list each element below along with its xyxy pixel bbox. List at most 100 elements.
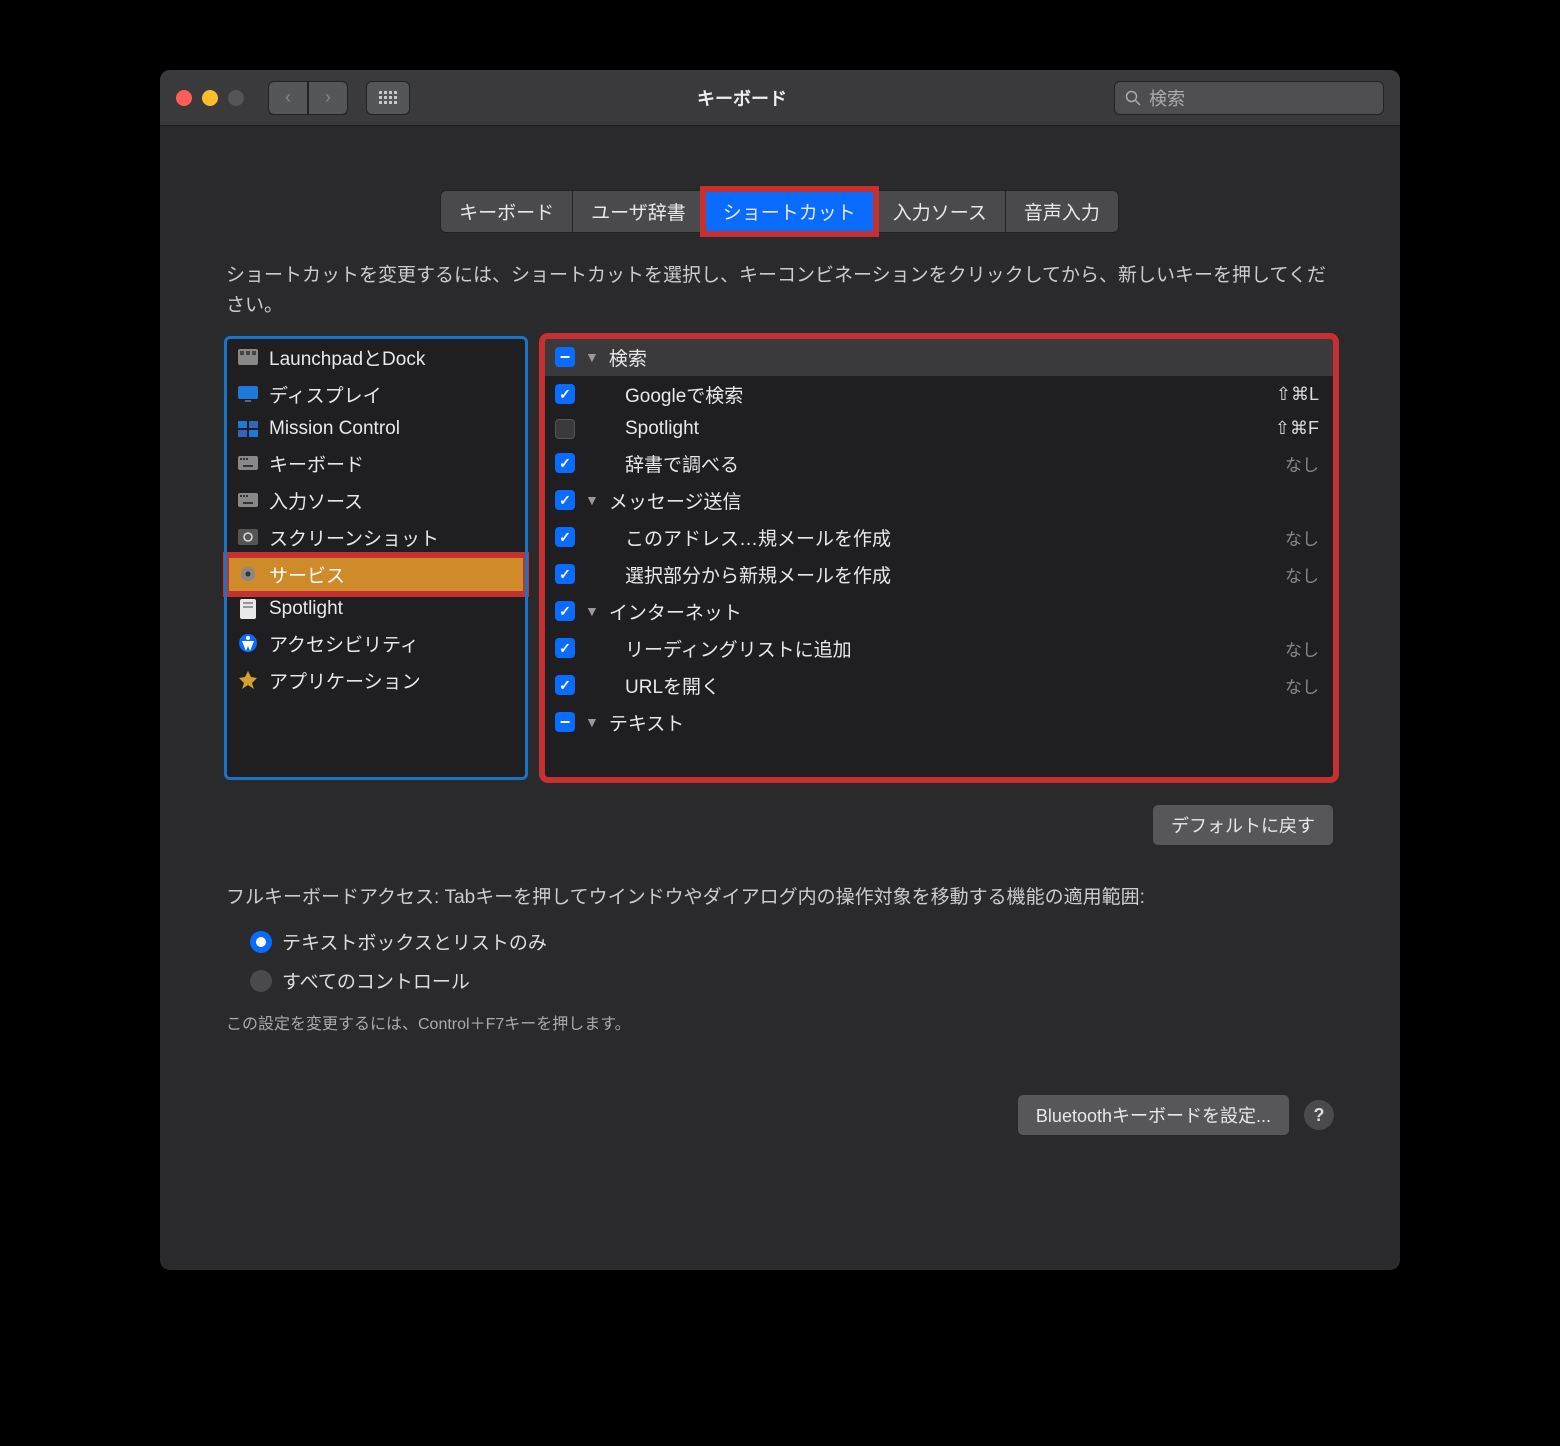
- checkbox[interactable]: [555, 638, 575, 658]
- shortcut-group[interactable]: ▼メッセージ送信: [545, 482, 1333, 519]
- shortcut-group[interactable]: ▼インターネット: [545, 593, 1333, 630]
- close-button[interactable]: [176, 90, 192, 106]
- sidebar-item[interactable]: ディスプレイ: [227, 376, 525, 413]
- keyboard-icon: [237, 491, 259, 509]
- shortcut-item[interactable]: Googleで検索 ⇧⌘L: [545, 376, 1333, 413]
- titlebar: ‹ › キーボード 検索: [160, 70, 1400, 126]
- checkbox[interactable]: [555, 601, 575, 621]
- sidebar-item-label: LaunchpadとDock: [269, 344, 425, 371]
- checkbox[interactable]: [555, 712, 575, 732]
- tab-入力ソース[interactable]: 入力ソース: [874, 190, 1006, 233]
- app-icon: [237, 671, 259, 689]
- search-placeholder: 検索: [1149, 85, 1185, 111]
- sidebar-item-label: Mission Control: [269, 418, 400, 440]
- zoom-button[interactable]: [228, 90, 244, 106]
- sidebar: LaunchpadとDock ディスプレイ Mission Control キーボード…: [226, 338, 526, 778]
- sidebar-item-label: ディスプレイ: [269, 381, 382, 408]
- checkbox[interactable]: [555, 347, 575, 367]
- shortcut-item[interactable]: 選択部分から新規メールを作成なし: [545, 556, 1333, 593]
- panes: LaunchpadとDock ディスプレイ Mission Control キーボード…: [226, 338, 1334, 778]
- shortcut-label: 選択部分から新規メールを作成: [585, 561, 1275, 588]
- content: キーボードユーザ辞書ショートカット入力ソース音声入力 ショートカットを変更するに…: [160, 126, 1400, 1270]
- radio-label: テキストボックスとリストのみ: [282, 928, 547, 955]
- forward-button[interactable]: ›: [308, 81, 348, 115]
- nav-buttons: ‹ ›: [268, 81, 348, 115]
- keyboard-icon: [237, 454, 259, 472]
- sidebar-item-label: アクセシビリティ: [269, 630, 419, 657]
- screenshot-icon: [237, 528, 259, 546]
- spotlight-icon: [237, 600, 259, 618]
- radio-text-lists[interactable]: テキストボックスとリストのみ: [250, 928, 1310, 955]
- shortcut-item[interactable]: Spotlight ⇧⌘F: [545, 413, 1333, 445]
- sidebar-item[interactable]: LaunchpadとDock: [227, 339, 525, 376]
- search-icon: [1125, 90, 1141, 106]
- sidebar-item[interactable]: Mission Control: [227, 413, 525, 445]
- shortcut-group[interactable]: ▼検索: [545, 339, 1333, 376]
- disclosure-triangle-icon[interactable]: ▼: [585, 492, 599, 508]
- minimize-button[interactable]: [202, 90, 218, 106]
- defaults-row: デフォルトに戻す: [226, 804, 1334, 846]
- checkbox[interactable]: [555, 384, 575, 404]
- radio-off-icon: [250, 970, 272, 992]
- radio-label: すべてのコントロール: [282, 967, 470, 994]
- sidebar-item-label: 入力ソース: [269, 487, 363, 514]
- shortcut-none[interactable]: なし: [1285, 451, 1319, 476]
- sidebar-item[interactable]: スクリーンショット: [227, 519, 525, 556]
- sidebar-item-label: サービス: [269, 561, 345, 588]
- sidebar-item[interactable]: Spotlight: [227, 593, 525, 625]
- shortcut-scroll-area[interactable]: ▼検索 Googleで検索 ⇧⌘L Spotlight ⇧⌘F 辞書で調べるなし▼メッセー…: [545, 339, 1333, 777]
- chevron-right-icon: ›: [325, 87, 331, 108]
- shortcut-item[interactable]: URLを開くなし: [545, 667, 1333, 704]
- sidebar-item[interactable]: 入力ソース: [227, 482, 525, 519]
- radio-all-controls[interactable]: すべてのコントロール: [250, 967, 1310, 994]
- shortcut-none[interactable]: なし: [1285, 525, 1319, 550]
- shortcut-label: Spotlight: [585, 418, 1265, 440]
- disclosure-triangle-icon[interactable]: ▼: [585, 714, 599, 730]
- shortcut-none[interactable]: なし: [1285, 636, 1319, 661]
- disclosure-triangle-icon[interactable]: ▼: [585, 349, 599, 365]
- shortcut-label: テキスト: [609, 709, 1319, 736]
- checkbox[interactable]: [555, 453, 575, 473]
- sidebar-item[interactable]: サービス: [227, 556, 525, 593]
- sidebar-item[interactable]: アプリケーション: [227, 662, 525, 699]
- hint-text: この設定を変更するには、Control＋F7キーを押します。: [226, 1010, 1334, 1034]
- shortcut-item[interactable]: リーディングリストに追加なし: [545, 630, 1333, 667]
- sidebar-item[interactable]: キーボード: [227, 445, 525, 482]
- shortcut-group[interactable]: ▼ テキスト: [545, 704, 1333, 741]
- shortcut-list: ▼検索 Googleで検索 ⇧⌘L Spotlight ⇧⌘F 辞書で調べるなし▼メッセー…: [544, 338, 1334, 778]
- shortcut-label: Googleで検索: [585, 381, 1266, 408]
- shortcut-item[interactable]: このアドレス…規メールを作成なし: [545, 519, 1333, 556]
- display-icon: [237, 385, 259, 403]
- restore-defaults-button[interactable]: デフォルトに戻す: [1152, 804, 1334, 846]
- shortcut-none[interactable]: なし: [1285, 673, 1319, 698]
- sidebar-item-label: Spotlight: [269, 598, 343, 620]
- tab-キーボード[interactable]: キーボード: [440, 190, 573, 233]
- search-input[interactable]: 検索: [1114, 81, 1384, 115]
- instructions-text: ショートカットを変更するには、ショートカットを選択し、キーコンビネーションをクリ…: [226, 261, 1334, 322]
- back-button[interactable]: ‹: [268, 81, 308, 115]
- full-keyboard-access-label: フルキーボードアクセス: Tabキーを押してウインドウやダイアログ内の操作対象を…: [226, 882, 1334, 914]
- checkbox[interactable]: [555, 564, 575, 584]
- footer: Bluetoothキーボードを設定... ?: [226, 1094, 1334, 1136]
- checkbox[interactable]: [555, 419, 575, 439]
- preferences-window: ‹ › キーボード 検索 キーボードユーザ辞書ショートカット入力ソース音声入力 …: [160, 70, 1400, 1270]
- disclosure-triangle-icon[interactable]: ▼: [585, 603, 599, 619]
- help-button[interactable]: ?: [1304, 1100, 1334, 1130]
- shortcut-label: このアドレス…規メールを作成: [585, 524, 1275, 551]
- shortcut-label: URLを開く: [585, 672, 1275, 699]
- shortcut-none[interactable]: なし: [1285, 562, 1319, 587]
- tab-ユーザ辞書[interactable]: ユーザ辞書: [572, 190, 705, 233]
- checkbox[interactable]: [555, 675, 575, 695]
- bluetooth-keyboard-button[interactable]: Bluetoothキーボードを設定...: [1017, 1094, 1290, 1136]
- shortcut-item[interactable]: 辞書で調べるなし: [545, 445, 1333, 482]
- tab-bar: キーボードユーザ辞書ショートカット入力ソース音声入力: [190, 190, 1370, 233]
- checkbox[interactable]: [555, 527, 575, 547]
- chevron-left-icon: ‹: [285, 87, 291, 108]
- shortcut-key[interactable]: ⇧⌘F: [1275, 418, 1319, 439]
- tab-音声入力[interactable]: 音声入力: [1005, 190, 1119, 233]
- checkbox[interactable]: [555, 490, 575, 510]
- sidebar-item-label: アプリケーション: [269, 667, 421, 694]
- tab-ショートカット[interactable]: ショートカット: [704, 190, 875, 233]
- sidebar-item[interactable]: アクセシビリティ: [227, 625, 525, 662]
- shortcut-key[interactable]: ⇧⌘L: [1276, 384, 1319, 405]
